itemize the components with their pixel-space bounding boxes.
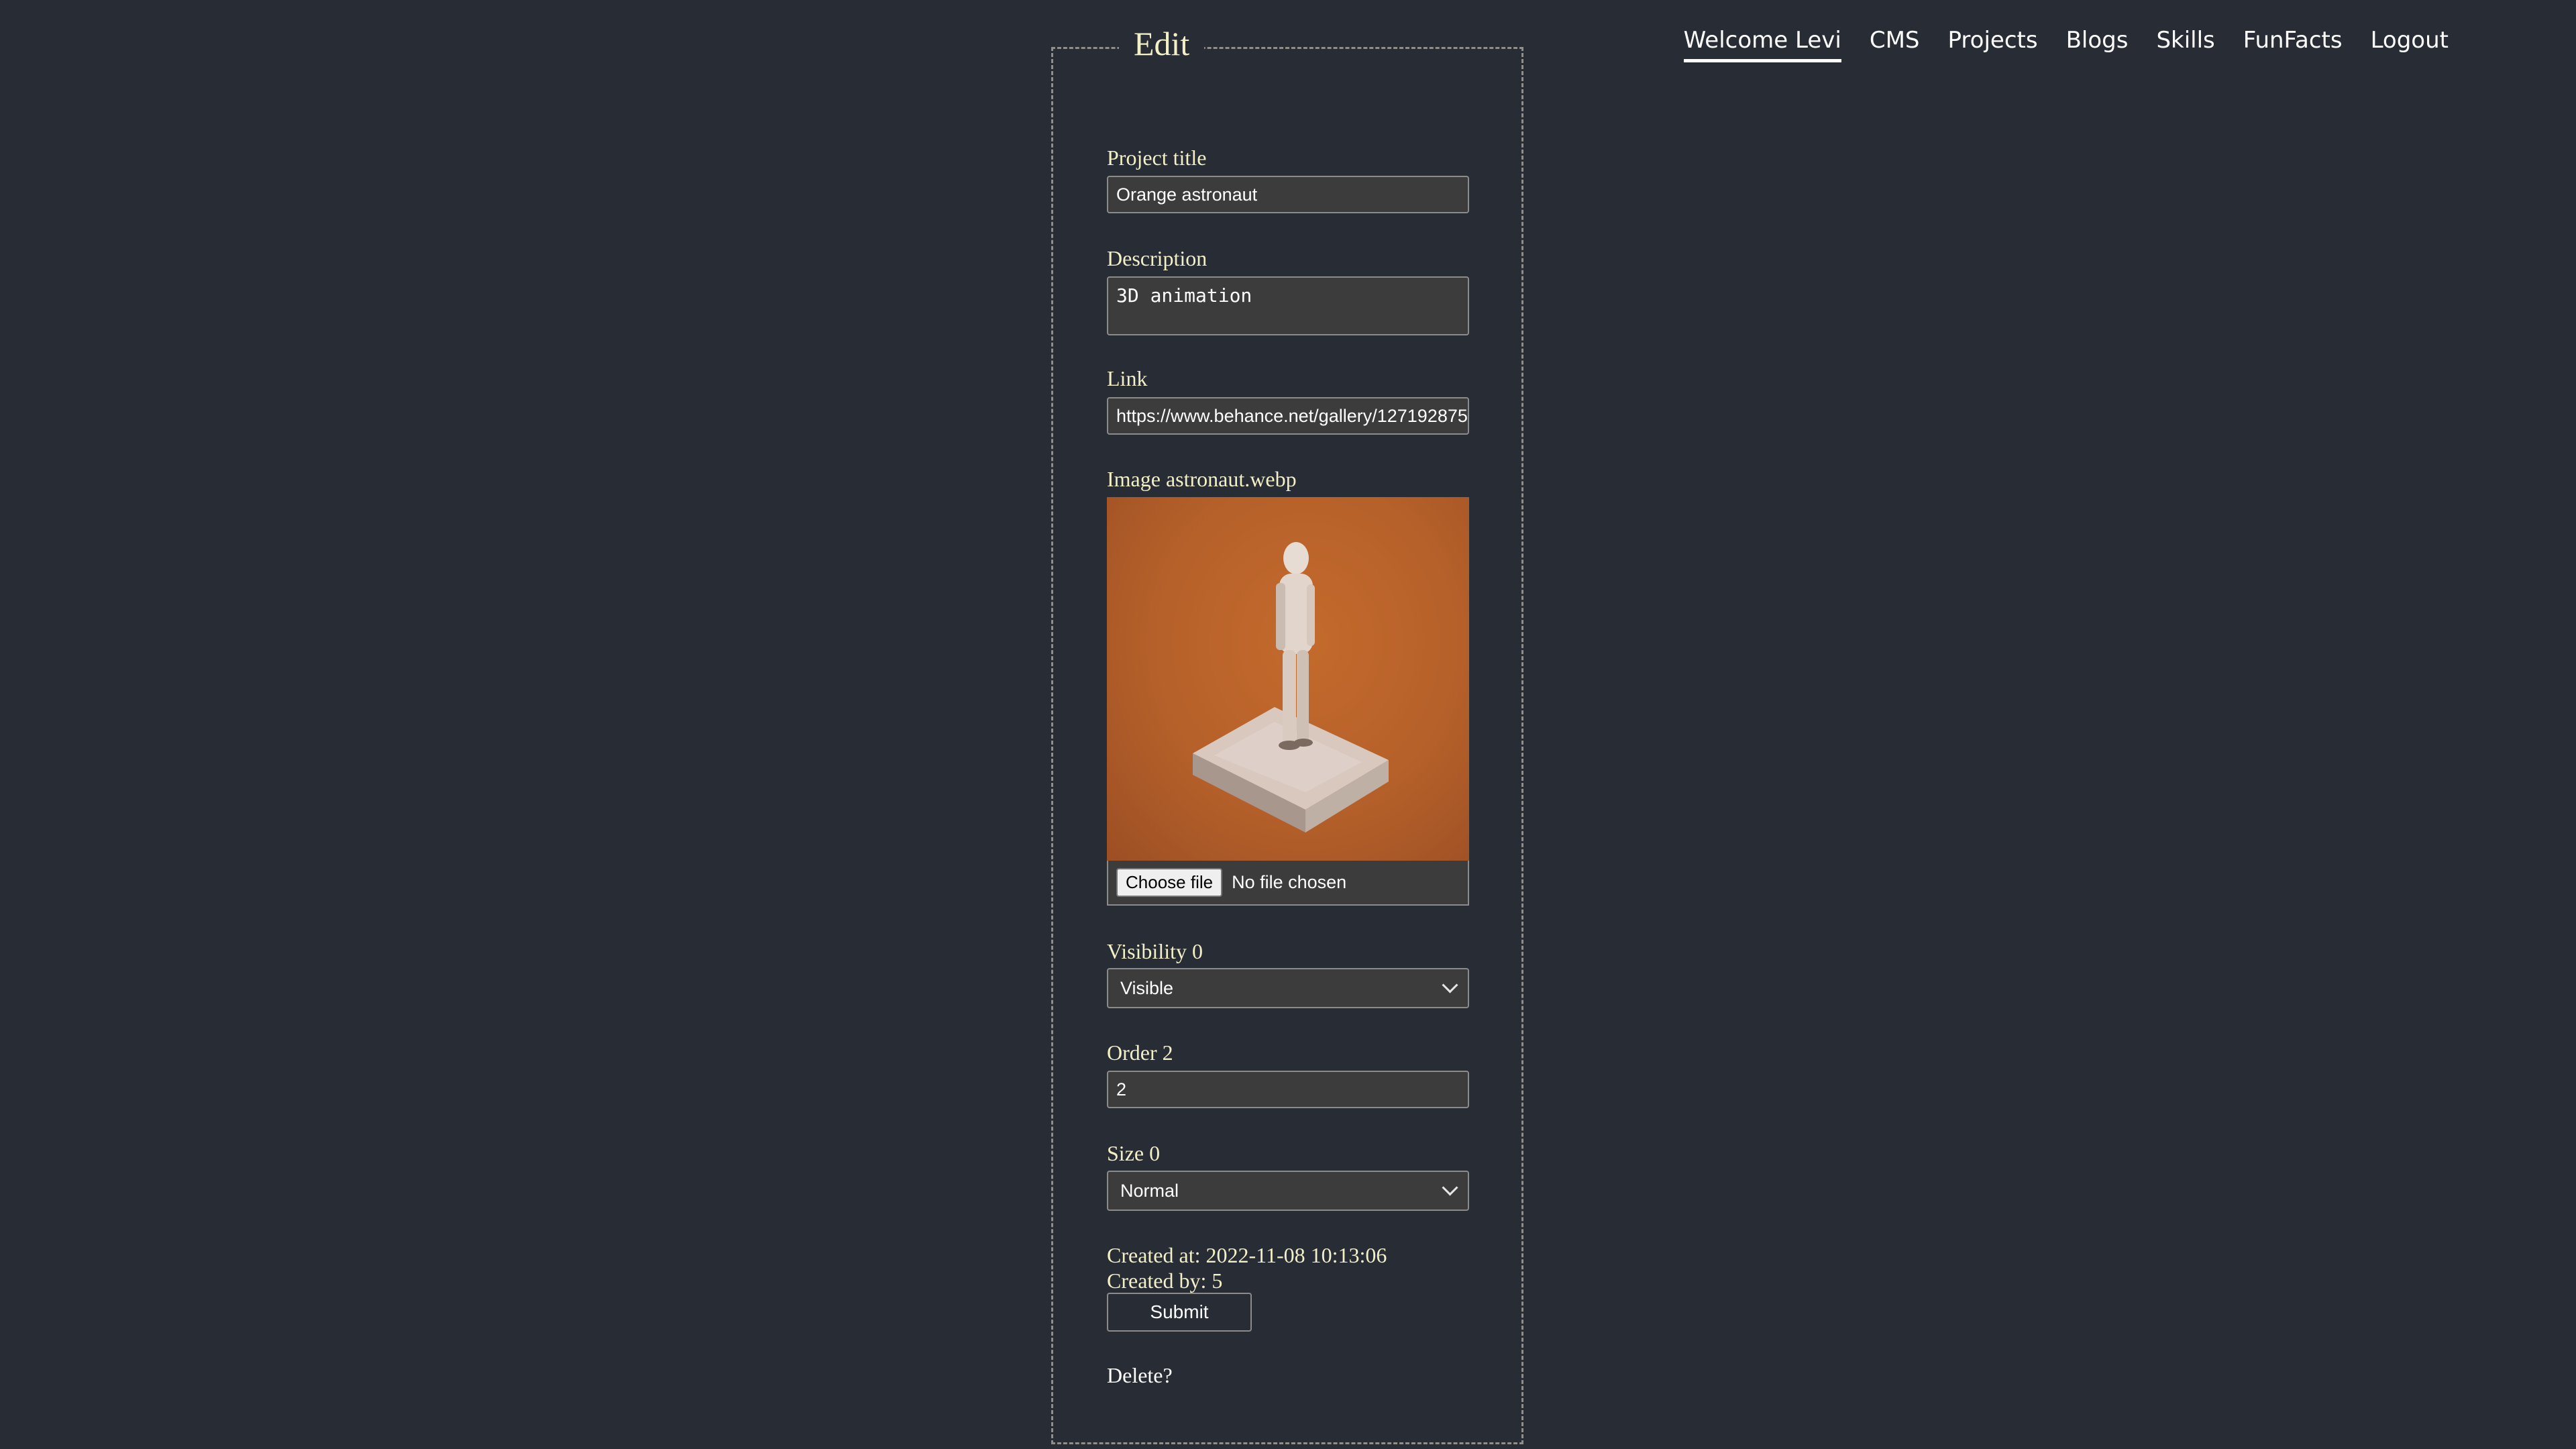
- link-input[interactable]: https://www.behance.net/gallery/12719287…: [1107, 397, 1469, 435]
- visibility-select[interactable]: Visible: [1107, 968, 1469, 1008]
- size-label: Size 0: [1107, 1141, 1161, 1165]
- astronaut-illustration: [1193, 542, 1389, 833]
- file-upload-row: Choose file No file chosen: [1107, 861, 1469, 906]
- project-title-input[interactable]: Orange astronaut: [1107, 176, 1469, 213]
- visibility-label: Visibility 0: [1107, 939, 1203, 963]
- image-label: Image astronaut.webp: [1107, 467, 1297, 491]
- order-label: Order 2: [1107, 1040, 1173, 1065]
- delete-link[interactable]: Delete?: [1107, 1363, 1173, 1388]
- submit-button[interactable]: Submit: [1107, 1293, 1252, 1332]
- created-by-text: Created by: 5: [1107, 1269, 1223, 1293]
- size-selected-value: Normal: [1120, 1180, 1179, 1201]
- project-title-label: Project title: [1107, 146, 1207, 170]
- nav-logout[interactable]: Logout: [2371, 27, 2449, 62]
- description-textarea[interactable]: 3D animation: [1107, 276, 1469, 335]
- description-label: Description: [1107, 246, 1208, 270]
- fieldset-legend: Edit: [1119, 24, 1205, 63]
- order-input[interactable]: 2: [1107, 1071, 1469, 1108]
- chevron-down-icon: [1442, 1179, 1458, 1196]
- project-image: [1107, 497, 1469, 861]
- link-label: Link: [1107, 366, 1148, 390]
- nav-welcome[interactable]: Welcome Levi: [1683, 27, 1841, 62]
- nav-cms[interactable]: CMS: [1870, 27, 1920, 62]
- size-select[interactable]: Normal: [1107, 1171, 1469, 1211]
- top-nav: Welcome Levi CMS Projects Blogs Skills F…: [1656, 27, 2449, 62]
- nav-projects[interactable]: Projects: [1948, 27, 2038, 62]
- nav-funfacts[interactable]: FunFacts: [2243, 27, 2343, 62]
- file-status-text: No file chosen: [1232, 872, 1347, 892]
- choose-file-button[interactable]: Choose file: [1116, 868, 1223, 897]
- visibility-selected-value: Visible: [1120, 977, 1174, 998]
- created-at-text: Created at: 2022-11-08 10:13:06: [1107, 1243, 1387, 1267]
- nav-skills[interactable]: Skills: [2156, 27, 2214, 62]
- chevron-down-icon: [1442, 976, 1458, 994]
- nav-blogs[interactable]: Blogs: [2066, 27, 2129, 62]
